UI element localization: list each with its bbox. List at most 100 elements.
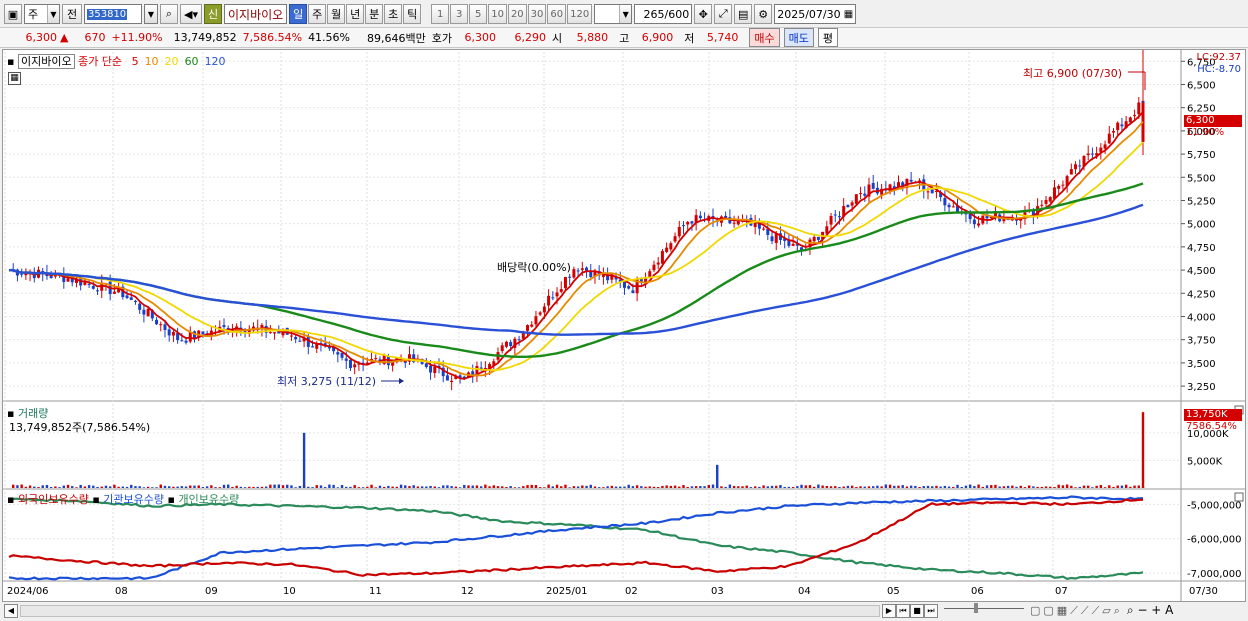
volume-bar [973,486,976,488]
stock-tag[interactable]: 이지바이오 [17,54,75,69]
interval-tab[interactable]: 3 [450,4,469,24]
volume-bar [387,485,390,488]
sin-badge[interactable]: 신 [204,4,222,24]
stock-name[interactable]: 이지바이오 [224,4,288,24]
volume-bar [800,484,803,488]
scroll-right-icon[interactable]: ▶ [882,603,896,618]
volume-bar [922,486,925,488]
prev-button[interactable]: 전 [62,4,82,24]
institution-holdings-label[interactable]: 기관보유수량 [103,493,164,506]
rewind-icon[interactable]: ⏮ [896,603,910,618]
chevron-down-icon[interactable]: ▼ [619,5,632,23]
volume-bar [1078,486,1081,488]
buy-button[interactable]: 매수 [749,28,780,47]
candle-body [268,332,272,334]
chart-area[interactable]: 2024/06 08 09 10 11 12 2025/01 02 03 04 05 06 07 07/3… [2,49,1246,602]
gear-icon[interactable]: ⚙ [754,4,773,24]
sound-icon[interactable]: ◀▾ [180,4,202,24]
candle-body [812,236,816,242]
zoom-slider[interactable] [944,602,1024,614]
count-field[interactable]: 265 /600 [634,4,693,24]
chevron-down-icon[interactable]: ▼ [47,5,59,23]
individual-holdings-label[interactable]: 개인보유수량 [178,493,239,506]
ma-period-label[interactable]: 20 [165,55,179,68]
interval-tab[interactable]: 5 [469,4,488,24]
interval-tab[interactable]: 30 [527,4,547,24]
interval-tab[interactable]: 120 [567,4,593,24]
volume-spike-bar [1141,412,1145,488]
period-tab[interactable]: 주 [308,4,327,24]
volume-bar [222,484,226,488]
interval-input[interactable]: ▼ [594,4,633,24]
volume-bar [378,485,382,488]
market-select[interactable]: 주 ▼ [24,4,60,24]
scroll-left-icon[interactable]: ◀ [4,603,18,618]
y-axis-label: 6,250 [1187,104,1216,115]
volume-bar [779,485,782,488]
volume-bar [100,486,103,488]
draw-tool-icon[interactable]: ⤢ [714,4,733,24]
candle-body [374,358,378,360]
chevron-down-icon[interactable]: ▼ [145,5,157,23]
tool-icons[interactable]: ▢▢▦⟋⟋⟋▱⌕ [1030,604,1123,618]
interval-tab[interactable]: 10 [488,4,507,24]
crosshair-icon[interactable]: ✥ [694,4,713,24]
ma-period-label[interactable]: 120 [205,55,226,68]
sell-button[interactable]: 매도 [783,28,814,47]
interval-tab[interactable]: 20 [507,4,527,24]
calendar-icon[interactable]: ▦ [844,9,855,20]
chart-settings-icon[interactable]: ▦ [8,70,21,85]
volume-bar [673,485,677,488]
interval-tab[interactable]: 1 [431,4,450,24]
volume: 13,749,852 [173,31,237,44]
volume-bar [943,485,947,488]
volume-bar [1095,485,1098,488]
horizontal-scrollbar[interactable] [20,604,880,617]
volume-bar [960,487,963,488]
period-tab[interactable]: 월 [327,4,346,24]
volume-bar [155,487,158,488]
stop-icon[interactable]: ■ [910,603,924,618]
stock-code-input[interactable]: 353810 [84,4,142,24]
volume-bar [121,486,125,488]
volume-bar [33,486,36,488]
candle-body [327,347,331,349]
candle-body [660,251,664,264]
volume-bar [888,484,892,488]
search-icon[interactable]: ⌕ [160,4,178,24]
period-tab[interactable]: 틱 [403,4,422,24]
volume-bar [484,484,487,488]
forward-icon[interactable]: ⏭ [924,603,938,618]
x-axis-label: 04 [798,586,811,597]
volume-bar [328,484,331,488]
eval-button[interactable]: 평 [817,28,838,47]
zoom-controls-icon[interactable]: ⌕ − + A [1127,603,1173,618]
candle-body [1107,133,1111,144]
period-tab[interactable]: 초 [384,4,403,24]
ma-title[interactable]: 종가 단순 [78,55,122,68]
save-icon[interactable]: ▤ [734,4,753,24]
x-axis-label: 07 [1055,586,1068,597]
ma-period-label[interactable]: 60 [185,55,199,68]
period-tab[interactable]: 년 [346,4,365,24]
volume-bar [412,485,415,488]
volume-bar [425,486,428,488]
period-tab[interactable]: 일 [289,4,308,24]
code-dropdown[interactable]: ▼ [144,4,158,24]
date-field[interactable]: 2025/07/30 ▦ [774,4,857,24]
interval-tab[interactable]: 60 [547,4,567,24]
ma-period-label[interactable]: 5 [132,55,139,68]
candle-body [753,222,757,228]
volume-bar [24,486,28,488]
candle-body [542,306,546,313]
volume-bar [648,486,651,488]
volume-value: 13,749,852주(7,586.54%) [9,421,151,434]
last-pct-tag: 11.90% [1186,127,1225,138]
candle-body [294,336,298,340]
stock-chart[interactable]: 2024/06 08 09 10 11 12 2025/01 02 03 04 05 06 07 07/3… [3,50,1245,601]
volume-bar [956,484,959,488]
foreign-holdings-label[interactable]: 외국인보유수량 [18,493,89,506]
period-tab[interactable]: 분 [365,4,384,24]
chart-menu-icon[interactable]: ▣ [4,4,22,24]
ma-period-label[interactable]: 10 [145,55,159,68]
